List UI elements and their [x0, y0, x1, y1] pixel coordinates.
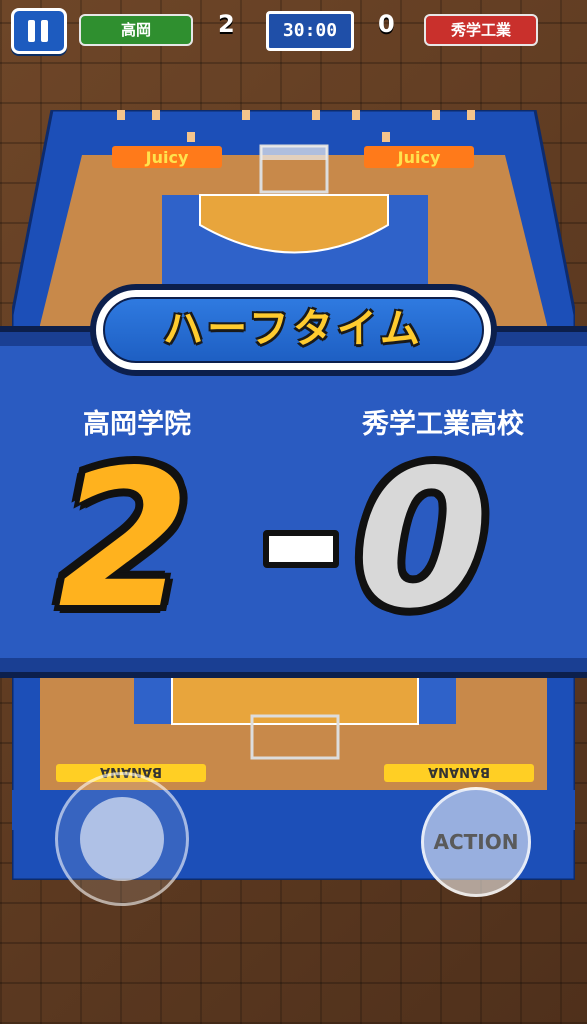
sponsor-top-right: Juicy: [397, 148, 441, 167]
score-separator: [263, 530, 339, 568]
action-button[interactable]: ACTION: [421, 787, 531, 897]
team-a-big-score: 2: [58, 429, 191, 650]
scoreboard-hud: 高岡 2 30:00 0 秀学工業: [0, 0, 587, 58]
sponsor-top-left: Juicy: [145, 148, 189, 167]
joystick-knob[interactable]: [80, 797, 164, 881]
pause-icon: [41, 20, 48, 42]
team-a-label: 高岡: [79, 14, 193, 46]
pause-button[interactable]: [11, 8, 67, 54]
sponsor-bottom-right: BANANA: [428, 764, 490, 779]
team-b-big-score: 0: [356, 429, 489, 650]
halftime-title-badge: ハーフタイム: [90, 284, 497, 376]
match-timer: 30:00: [266, 11, 354, 51]
team-a-score: 2: [218, 10, 235, 38]
team-b-label: 秀学工業: [424, 14, 538, 46]
team-b-score: 0: [378, 10, 395, 38]
pause-icon: [28, 20, 35, 42]
halftime-title: ハーフタイム: [103, 297, 484, 363]
virtual-joystick[interactable]: [55, 772, 189, 906]
